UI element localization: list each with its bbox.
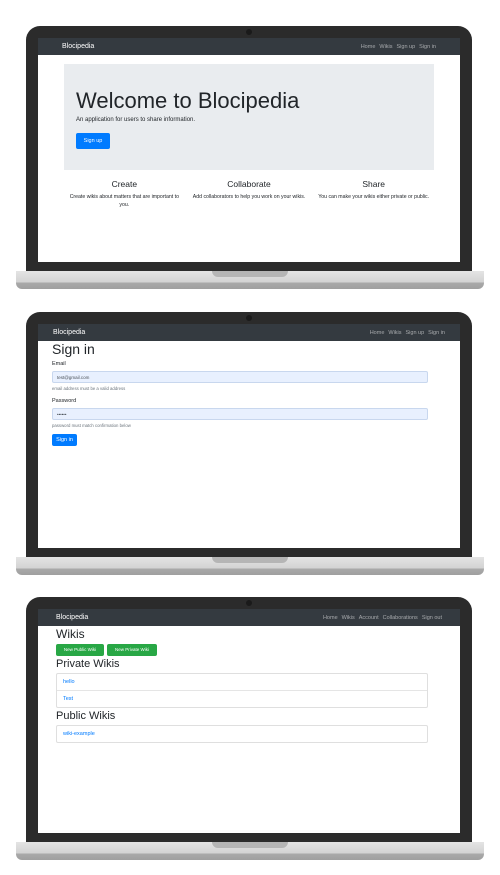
feature-share: Share You can make your wikis either pri… (311, 179, 436, 209)
laptop-notch (212, 842, 288, 848)
wikis-screen: Blocipedia Home Wikis Account Collaborat… (38, 609, 460, 833)
nav-link-sign-out[interactable]: Sign out (422, 615, 442, 621)
nav-link-home[interactable]: Home (370, 330, 385, 336)
new-private-wiki-button[interactable]: New Private Wiki (107, 644, 157, 656)
feature-text: Create wikis about matters that are impo… (69, 194, 179, 208)
hero-subtitle: An application for users to share inform… (76, 117, 196, 123)
feature-collaborate: Collaborate Add collaborators to help yo… (187, 179, 312, 209)
nav-link-collaborations[interactable]: Collaborations (383, 615, 418, 621)
wiki-action-buttons: New Public Wiki New Private Wiki (56, 644, 428, 656)
nav-links: Home Wikis Sign up Sign in (361, 44, 436, 50)
navbar: Blocipedia Home Wikis Sign up Sign in (38, 38, 460, 55)
nav-link-sign-in[interactable]: Sign in (428, 330, 445, 336)
nav-link-wikis[interactable]: Wikis (379, 44, 392, 50)
home-screen: Blocipedia Home Wikis Sign up Sign in We… (38, 38, 460, 262)
navbar: Blocipedia Home Wikis Sign up Sign in (38, 324, 460, 341)
feature-columns: Create Create wikis about matters that a… (62, 179, 436, 209)
page-title: Sign in (52, 341, 95, 357)
navbar-brand[interactable]: Blocipedia (53, 329, 85, 336)
camera-dot (246, 29, 252, 35)
laptop-base (16, 557, 484, 575)
camera-dot (246, 315, 252, 321)
private-wikis-heading: Private Wikis (56, 658, 120, 670)
sign-in-form: Sign in Email test@gmail.com email addre… (38, 341, 460, 446)
laptop-notch (212, 557, 288, 563)
sign-up-button[interactable]: Sign up (76, 133, 110, 149)
email-help-text: email address must be a valid address (52, 386, 126, 391)
nav-link-sign-up[interactable]: Sign up (406, 330, 425, 336)
public-wikis-list: wiki-example (56, 725, 428, 743)
email-field[interactable]: test@gmail.com (52, 371, 428, 383)
nav-link-home[interactable]: Home (361, 44, 376, 50)
nav-link-sign-in[interactable]: Sign in (419, 44, 436, 50)
nav-link-wikis[interactable]: Wikis (388, 330, 401, 336)
sign-in-screen: Blocipedia Home Wikis Sign up Sign in Si… (38, 324, 460, 548)
nav-links: Home Wikis Sign up Sign in (370, 330, 445, 336)
feature-text: Add collaborators to help you work on yo… (192, 194, 306, 200)
laptop-lid: Blocipedia Home Wikis Sign up Sign in We… (26, 26, 472, 271)
page-title: Wikis (56, 627, 85, 641)
feature-title: Share (362, 179, 386, 189)
email-label: Email (52, 361, 66, 367)
camera-dot (246, 600, 252, 606)
nav-link-sign-up[interactable]: Sign up (397, 44, 416, 50)
nav-link-home[interactable]: Home (323, 615, 338, 621)
laptop-notch (212, 271, 288, 277)
private-wiki-item[interactable]: hello (57, 674, 427, 690)
public-wiki-item[interactable]: wiki-example (57, 726, 427, 742)
sign-in-button[interactable]: Sign in (52, 434, 77, 446)
hero-title: Welcome to Blocipedia (76, 88, 300, 113)
feature-title: Collaborate (227, 179, 271, 189)
navbar: Blocipedia Home Wikis Account Collaborat… (38, 609, 460, 626)
navbar-brand[interactable]: Blocipedia (56, 614, 88, 621)
nav-link-wikis[interactable]: Wikis (342, 615, 355, 621)
new-public-wiki-button[interactable]: New Public Wiki (56, 644, 104, 656)
feature-text: You can make your wikis either private o… (318, 194, 430, 200)
password-label: Password (52, 398, 77, 404)
laptop-lid: Blocipedia Home Wikis Account Collaborat… (26, 597, 472, 842)
laptop-lid: Blocipedia Home Wikis Sign up Sign in Si… (26, 312, 472, 557)
public-wikis-heading: Public Wikis (56, 710, 116, 722)
private-wiki-item[interactable]: Test (57, 690, 427, 707)
laptop-base (16, 842, 484, 860)
nav-link-account[interactable]: Account (359, 615, 379, 621)
laptop-base (16, 271, 484, 289)
private-wikis-list: hello Test (56, 673, 428, 708)
nav-links: Home Wikis Account Collaborations Sign o… (323, 615, 442, 621)
password-field[interactable]: •••••• (52, 408, 428, 420)
feature-title: Create (111, 179, 138, 189)
feature-create: Create Create wikis about matters that a… (62, 179, 187, 209)
navbar-brand[interactable]: Blocipedia (62, 43, 94, 50)
password-help-text: password must match confirmation below (52, 423, 131, 428)
wikis-content: Wikis New Public Wiki New Private Wiki P… (38, 626, 460, 743)
jumbotron: Welcome to Blocipedia An application for… (64, 64, 434, 170)
